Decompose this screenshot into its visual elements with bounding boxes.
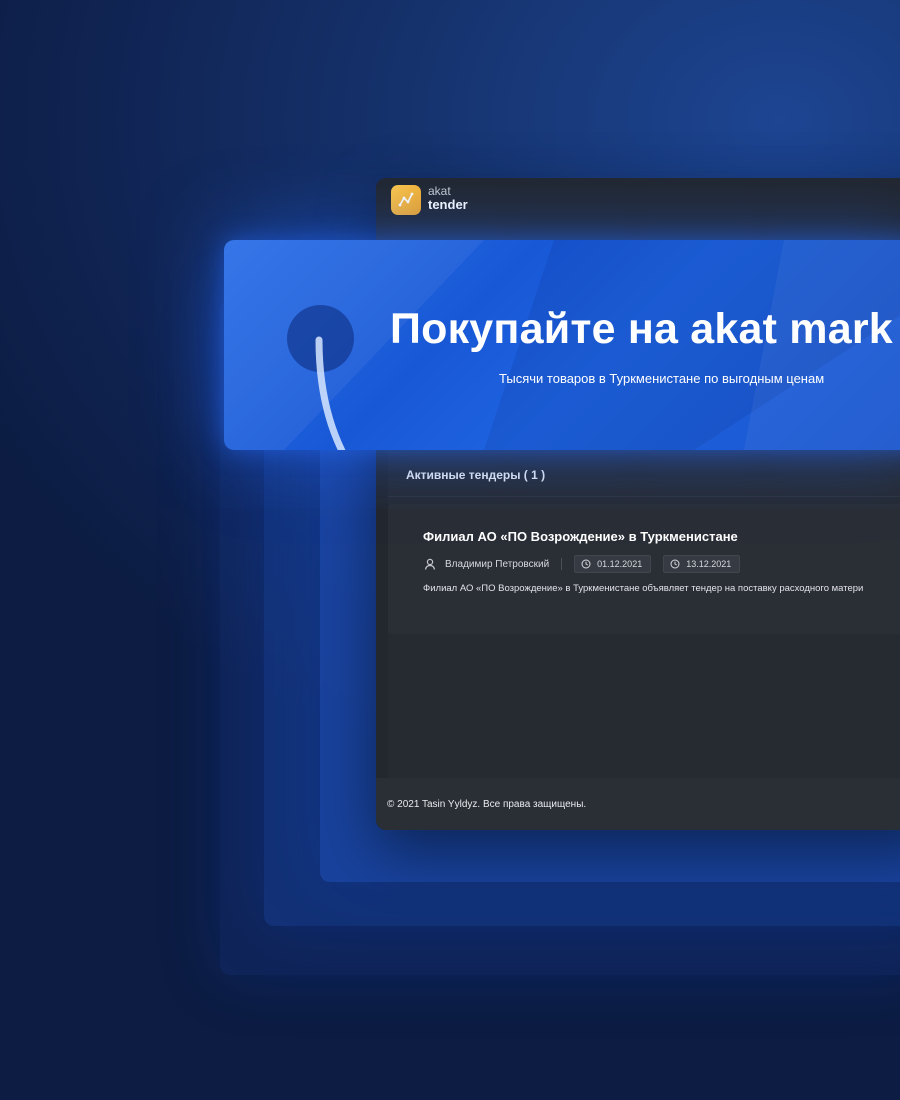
footer: © 2021 Tasin Yyldyz. Все права защищены. xyxy=(376,778,900,830)
clock-icon xyxy=(670,559,680,569)
user-icon xyxy=(424,558,436,570)
section-header: Активные тендеры ( 1 ) xyxy=(388,450,900,497)
chart-line-icon xyxy=(398,192,414,207)
clock-icon xyxy=(581,559,591,569)
tender-card[interactable]: Филиал АО «ПО Возрождение» в Туркмениста… xyxy=(388,504,900,634)
tenders-section: Активные тендеры ( 1 ) Филиал АО «ПО Воз… xyxy=(388,450,900,780)
tender-author: Владимир Петровский xyxy=(445,558,550,570)
start-date: 01.12.2021 xyxy=(597,559,643,569)
promo-banner[interactable]: Покупайте на akat mark Тысячи товаров в … xyxy=(224,240,900,450)
brand-line2: tender xyxy=(428,197,468,212)
banner-subtitle: Тысячи товаров в Туркменистане по выгодн… xyxy=(499,371,825,386)
end-date-badge: 13.12.2021 xyxy=(663,555,741,573)
meta-divider xyxy=(561,558,563,570)
start-date-badge: 01.12.2021 xyxy=(574,555,652,573)
tender-description: Филиал АО «ПО Возрождение» в Туркмениста… xyxy=(423,583,864,594)
end-date: 13.12.2021 xyxy=(686,559,732,569)
tender-meta: Владимир Петровский 01.12.2021 13.12.202… xyxy=(423,554,752,574)
brand-name[interactable]: akat tender xyxy=(428,184,468,212)
app-header: akat tender xyxy=(376,178,900,240)
brand-line1: akat xyxy=(428,184,451,198)
banner-title: Покупайте на akat mark xyxy=(390,305,893,353)
section-title: Активные тендеры ( 1 ) xyxy=(406,468,546,482)
copyright-text: © 2021 Tasin Yyldyz. Все права защищены. xyxy=(387,799,587,810)
tender-title[interactable]: Филиал АО «ПО Возрождение» в Туркмениста… xyxy=(423,529,738,544)
logo[interactable] xyxy=(391,185,421,215)
